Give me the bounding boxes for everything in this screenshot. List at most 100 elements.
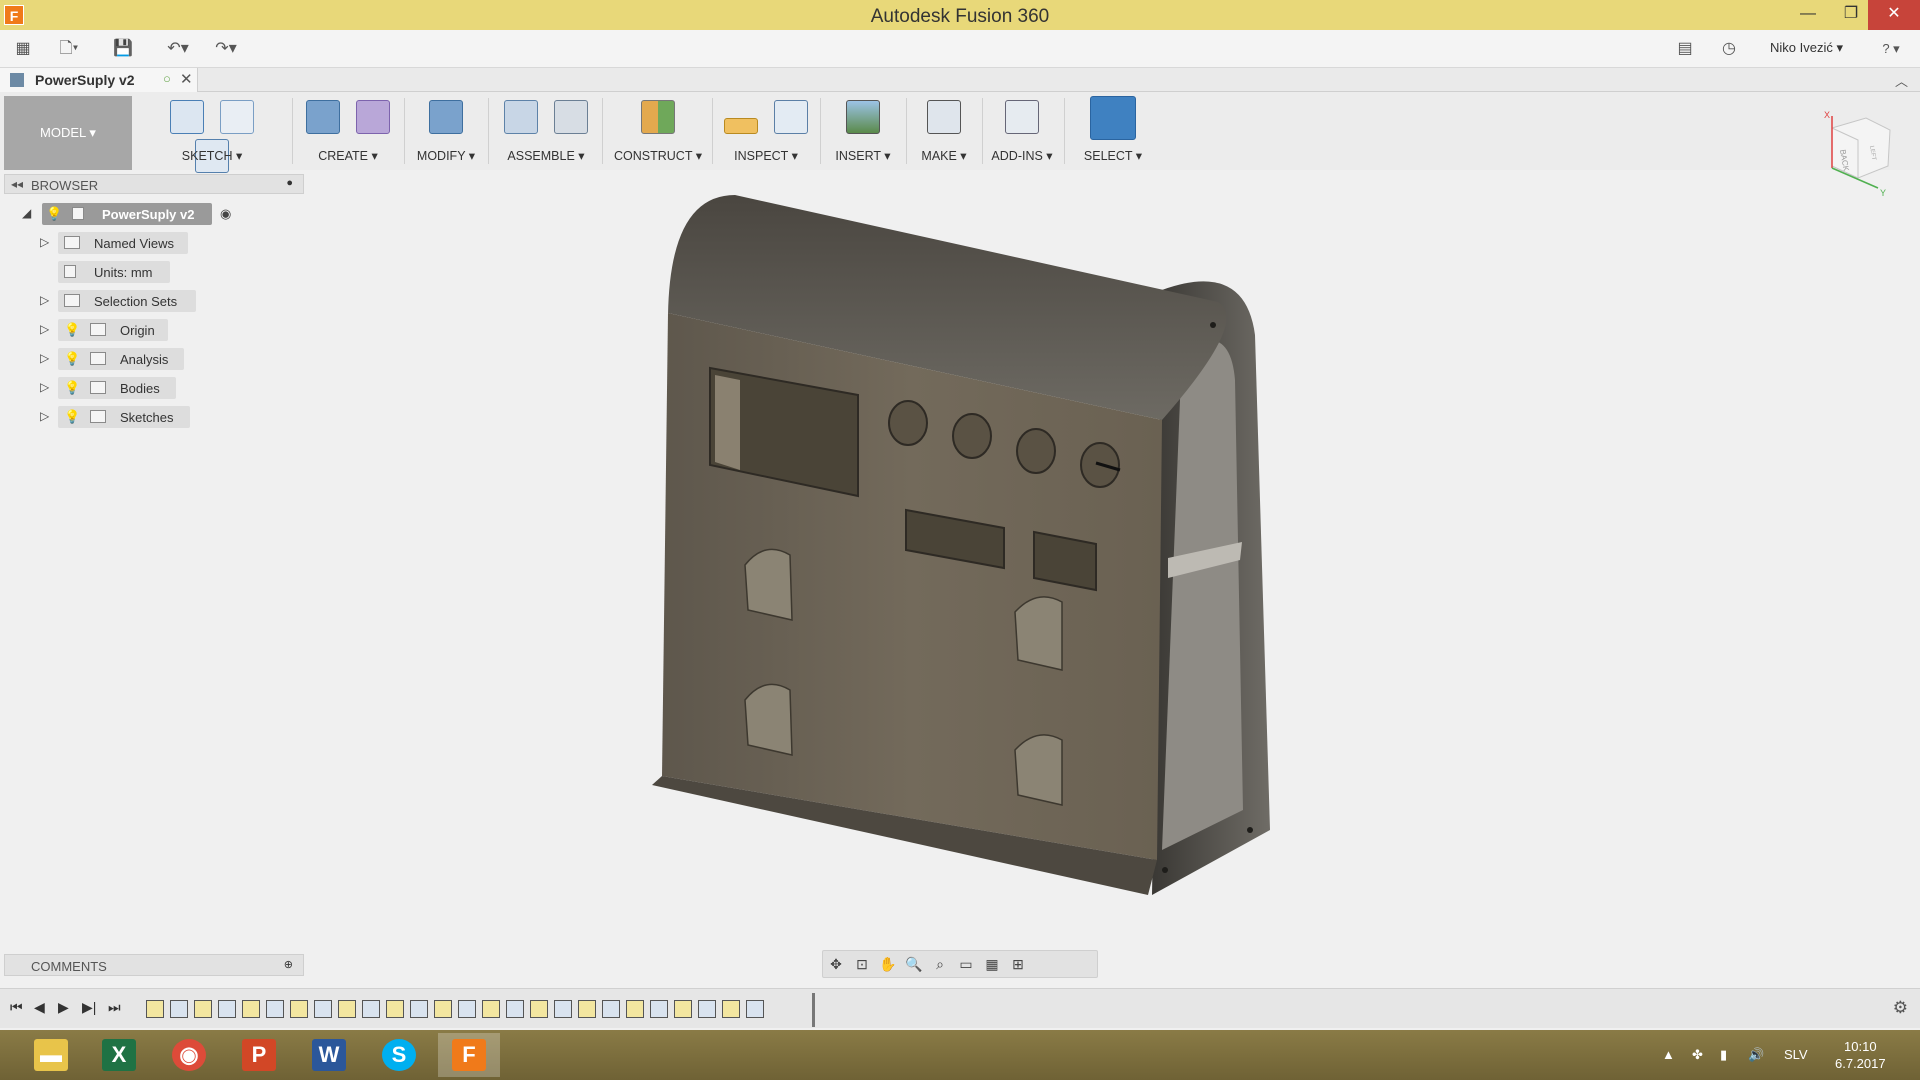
visibility-bulb-icon[interactable]: 💡 [64, 322, 80, 338]
timeline-feature[interactable] [698, 1000, 716, 1018]
timeline-feature[interactable] [314, 1000, 332, 1018]
job-status-icon[interactable]: ▤ [1672, 38, 1698, 60]
timeline-feature[interactable] [506, 1000, 524, 1018]
network-tray-icon[interactable]: ▮ [1720, 1047, 1727, 1063]
new-component-icon[interactable] [504, 100, 538, 134]
timeline-feature[interactable] [218, 1000, 236, 1018]
assemble-menu-label[interactable]: ASSEMBLE ▾ [492, 148, 600, 163]
visibility-bulb-icon[interactable]: 💡 [64, 409, 80, 425]
look-at-icon[interactable]: ⊡ [851, 953, 873, 975]
modify-menu-label[interactable]: MODIFY ▾ [408, 148, 484, 163]
language-indicator[interactable]: SLV [1784, 1047, 1808, 1062]
timeline-feature[interactable] [386, 1000, 404, 1018]
visibility-bulb-icon[interactable]: 💡 [46, 206, 62, 222]
step-forward-icon[interactable]: ▶| [82, 999, 96, 1016]
history-clock-icon[interactable]: ◷ [1716, 38, 1742, 60]
timeline-feature[interactable] [530, 1000, 548, 1018]
scripts-addins-icon[interactable] [1005, 100, 1039, 134]
collapse-browser-icon[interactable]: ◂◂ [11, 177, 23, 191]
expand-triangle-icon[interactable]: ▷ [40, 235, 49, 249]
timeline-feature[interactable] [482, 1000, 500, 1018]
render-image-icon[interactable] [927, 100, 961, 134]
viewports-icon[interactable]: ⊞ [1007, 953, 1029, 975]
timeline-feature[interactable] [290, 1000, 308, 1018]
view-cube-shape[interactable] [1831, 117, 1891, 179]
user-account-menu[interactable]: Niko Ivezić ▾ [1770, 40, 1843, 56]
measure-icon[interactable] [724, 118, 758, 134]
minimize-button[interactable]: — [1785, 0, 1831, 30]
select-group[interactable]: SELECT ▾ [1072, 92, 1154, 170]
timeline-marker[interactable] [812, 993, 815, 1027]
browser-item-sketches[interactable]: ▷ 💡 Sketches [40, 406, 200, 428]
browser-item-origin[interactable]: ▷ 💡 Origin [40, 319, 200, 341]
browser-panel-header[interactable]: ◂◂ BROWSER ● [4, 174, 304, 194]
assemble-group[interactable]: ASSEMBLE ▾ [492, 92, 600, 170]
orbit-icon[interactable]: ✥ [825, 953, 847, 975]
volume-tray-icon[interactable]: 🔊 [1748, 1047, 1764, 1063]
go-to-start-icon[interactable]: ⏮ [10, 999, 23, 1016]
taskbar-chrome[interactable]: ◉ [158, 1033, 220, 1077]
inspect-group[interactable]: INSPECT ▾ [716, 92, 816, 170]
timeline-feature[interactable] [626, 1000, 644, 1018]
browser-item-analysis[interactable]: ▷ 💡 Analysis [40, 348, 200, 370]
addins-group[interactable]: ADD-INS ▾ [984, 92, 1060, 170]
undo-icon[interactable]: ↶▾ [160, 38, 196, 60]
browser-item-selection-sets[interactable]: ▷ Selection Sets [40, 290, 210, 312]
grid-settings-icon[interactable]: ▦ [981, 953, 1003, 975]
step-back-icon[interactable]: ◀ [34, 999, 45, 1016]
timeline-feature[interactable] [458, 1000, 476, 1018]
timeline-feature[interactable] [338, 1000, 356, 1018]
view-cube[interactable]: BACK LEFT X Y [1818, 110, 1894, 200]
taskbar-file-explorer[interactable]: ▬ [20, 1033, 82, 1077]
select-cursor-icon[interactable] [1090, 96, 1136, 140]
go-to-end-icon[interactable]: ⏭ [108, 999, 121, 1016]
help-menu[interactable]: ? ▾ [1874, 38, 1908, 60]
visibility-bulb-icon[interactable]: 💡 [64, 351, 80, 367]
timeline-feature[interactable] [746, 1000, 764, 1018]
pin-icon[interactable]: ● [286, 177, 293, 189]
tray-expand-icon[interactable]: ▲ [1662, 1047, 1675, 1062]
file-menu-icon[interactable]: 🗋▾ [56, 38, 82, 60]
timeline-feature[interactable] [434, 1000, 452, 1018]
make-group[interactable]: MAKE ▾ [908, 92, 980, 170]
activate-radio-icon[interactable]: ◉ [220, 206, 231, 222]
timeline-settings-gear-icon[interactable]: ⚙ [1893, 998, 1908, 1018]
attached-canvas-icon[interactable] [846, 100, 880, 134]
play-icon[interactable]: ▶ [58, 999, 69, 1016]
timeline-feature[interactable] [266, 1000, 284, 1018]
timeline-feature[interactable] [146, 1000, 164, 1018]
expand-triangle-icon[interactable]: ▷ [40, 293, 49, 307]
timeline-feature[interactable] [242, 1000, 260, 1018]
collapse-chevron-icon[interactable]: ︿ [1895, 71, 1908, 90]
create-menu-label[interactable]: CREATE ▾ [296, 148, 400, 163]
browser-item-bodies[interactable]: ▷ 💡 Bodies [40, 377, 200, 399]
save-icon[interactable]: 💾 [110, 38, 136, 60]
press-pull-icon[interactable] [429, 100, 463, 134]
timeline-feature[interactable] [170, 1000, 188, 1018]
create-sketch-icon[interactable] [170, 100, 204, 134]
display-settings-icon[interactable]: ▭ [955, 953, 977, 975]
browser-item-named-views[interactable]: ▷ Named Views [40, 232, 200, 254]
timeline-feature[interactable] [722, 1000, 740, 1018]
insert-menu-label[interactable]: INSERT ▾ [822, 148, 904, 163]
zoom-icon[interactable]: 🔍 [903, 953, 925, 975]
comments-panel[interactable]: COMMENTS ⊕ [4, 954, 304, 976]
extrude-icon[interactable] [306, 100, 340, 134]
close-tab-icon[interactable]: ✕ [180, 70, 193, 88]
offset-plane-icon[interactable] [641, 100, 675, 134]
make-menu-label[interactable]: MAKE ▾ [908, 148, 980, 163]
taskbar-fusion-360[interactable]: F [438, 1033, 500, 1077]
document-tab[interactable]: PowerSuply v2 ○ ✕ [0, 68, 198, 92]
expand-triangle-icon[interactable]: ▷ [40, 351, 49, 365]
taskbar-excel[interactable]: X [88, 1033, 150, 1077]
timeline-feature[interactable] [578, 1000, 596, 1018]
dropbox-tray-icon[interactable]: ✤ [1692, 1047, 1703, 1063]
timeline-feature[interactable] [362, 1000, 380, 1018]
taskbar-clock[interactable]: 10:10 6.7.2017 [1835, 1038, 1886, 1072]
timeline-feature[interactable] [554, 1000, 572, 1018]
joint-icon[interactable] [554, 100, 588, 134]
modify-group[interactable]: MODIFY ▾ [408, 92, 484, 170]
form-icon[interactable] [356, 100, 390, 134]
construct-menu-label[interactable]: CONSTRUCT ▾ [606, 148, 710, 163]
sketch-menu-label[interactable]: SKETCH ▾ [138, 148, 286, 163]
